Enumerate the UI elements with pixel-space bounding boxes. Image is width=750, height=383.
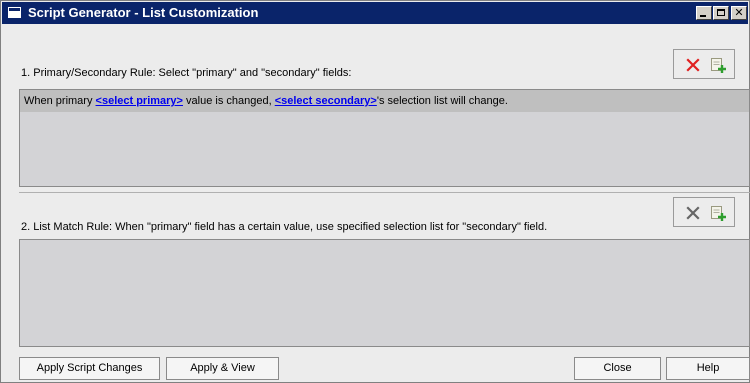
add-rule-icon[interactable] xyxy=(709,56,727,74)
rule-text-prefix: When primary xyxy=(24,95,96,107)
close-window-button[interactable]: ✕ xyxy=(731,6,747,20)
minimize-icon xyxy=(700,15,706,17)
rule-row[interactable]: When primary <select primary> value is c… xyxy=(20,90,749,112)
select-primary-link[interactable]: <select primary> xyxy=(96,95,183,107)
maximize-button[interactable] xyxy=(713,6,729,20)
primary-secondary-rule-list: When primary <select primary> value is c… xyxy=(19,89,750,187)
window-icon xyxy=(8,7,21,18)
section-divider xyxy=(19,192,750,193)
section2-toolbar xyxy=(673,197,735,227)
apply-and-view-button[interactable]: Apply & View xyxy=(166,357,279,380)
list-match-rule-label: 2. List Match Rule: When "primary" field… xyxy=(21,221,548,233)
title-bar[interactable]: Script Generator - List Customization ✕ xyxy=(2,2,748,24)
select-secondary-link[interactable]: <select secondary> xyxy=(275,95,377,107)
window-title: Script Generator - List Customization xyxy=(28,5,259,20)
minimize-button[interactable] xyxy=(696,6,712,20)
section1-toolbar xyxy=(673,49,735,79)
delete-icon[interactable] xyxy=(684,56,702,74)
maximize-icon xyxy=(717,9,725,16)
rule-text-suffix: 's selection list will change. xyxy=(376,95,508,107)
delete-icon[interactable] xyxy=(684,204,702,222)
list-match-rule-list xyxy=(19,239,750,347)
apply-script-changes-button[interactable]: Apply Script Changes xyxy=(19,357,160,380)
script-generator-window: Script Generator - List Customization ✕ … xyxy=(0,0,750,383)
help-button[interactable]: Help xyxy=(666,357,750,380)
add-rule-icon[interactable] xyxy=(709,204,727,222)
rule-text-middle: value is changed, xyxy=(182,95,275,107)
primary-secondary-rule-label: 1. Primary/Secondary Rule: Select "prima… xyxy=(21,67,352,79)
close-button[interactable]: Close xyxy=(574,357,661,380)
